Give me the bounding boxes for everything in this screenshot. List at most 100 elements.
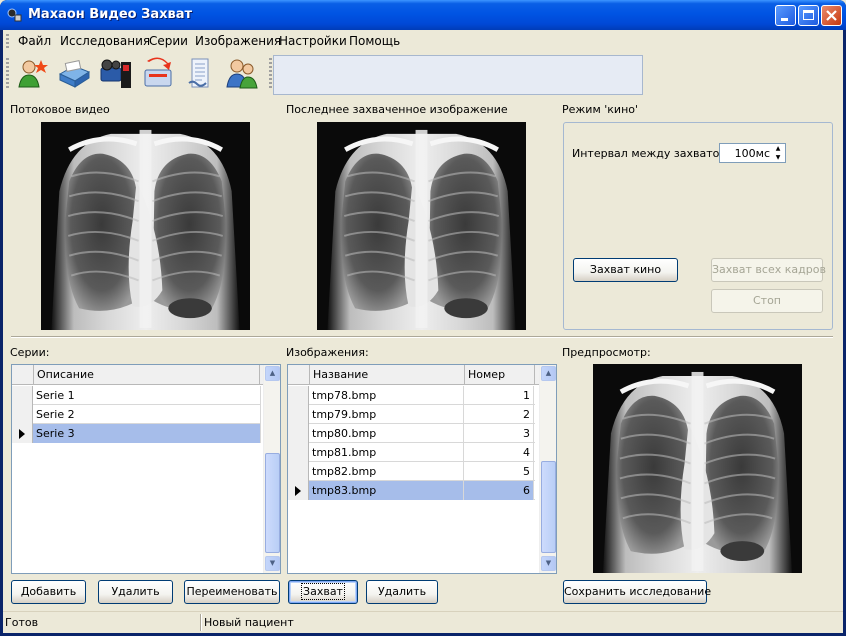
series-cell: Serie 3: [33, 424, 261, 443]
app-icon: [7, 8, 22, 22]
save-study-button[interactable]: Сохранить исследование: [563, 580, 711, 604]
delete-series-label: Удалить: [111, 585, 160, 598]
image-name-cell: tmp82.bmp: [309, 462, 464, 481]
stop-button[interactable]: Стоп: [711, 289, 823, 313]
status-patient: Новый пациент: [204, 616, 294, 629]
stop-label: Стоп: [752, 294, 781, 307]
close-button[interactable]: [821, 5, 842, 26]
scanner-button[interactable]: [57, 56, 91, 90]
scroll-down-icon[interactable]: ▼: [541, 556, 556, 571]
interval-spinner[interactable]: 100мс ▲ ▼: [719, 143, 786, 163]
title-bar[interactable]: Махаон Видео Захват: [0, 0, 846, 30]
scanner-icon: [58, 60, 91, 88]
maximize-icon: [803, 10, 814, 20]
add-series-button[interactable]: Добавить: [11, 580, 86, 604]
add-series-label: Добавить: [20, 585, 77, 598]
menu-file[interactable]: Файл: [18, 34, 51, 48]
interval-value: 100мс: [734, 147, 770, 160]
new-patient-icon: [18, 60, 48, 88]
image-number-cell: 4: [464, 443, 534, 462]
menu-images[interactable]: Изображения: [195, 34, 281, 48]
menu-grip[interactable]: [6, 34, 9, 48]
image-row-selected[interactable]: tmp83.bmp 6: [288, 481, 535, 500]
menu-help[interactable]: Помощь: [349, 34, 400, 48]
current-row-arrow-icon: [295, 486, 301, 496]
spinner-buttons: ▲ ▼: [771, 144, 785, 162]
row-header[interactable]: [288, 386, 309, 405]
preview-label: Предпросмотр:: [562, 346, 651, 359]
scroll-up-icon[interactable]: ▲: [265, 366, 280, 381]
menu-studies[interactable]: Исследования: [60, 34, 150, 48]
spin-up-icon[interactable]: ▲: [771, 144, 785, 153]
users-button[interactable]: [225, 56, 259, 90]
capture-all-frames-button[interactable]: Захват всех кадров: [711, 258, 826, 282]
image-name-cell: tmp83.bmp: [309, 481, 464, 500]
scroll-thumb[interactable]: [265, 453, 280, 553]
export-icon: [144, 57, 172, 87]
menu-settings[interactable]: Настройки: [279, 34, 347, 48]
row-header[interactable]: [12, 405, 33, 424]
capture-cine-button[interactable]: Захват кино: [573, 258, 678, 282]
scroll-thumb[interactable]: [541, 461, 556, 553]
status-ready: Готов: [5, 616, 39, 629]
row-header[interactable]: [288, 405, 309, 424]
series-grid: Описание Serie 1 Serie 2 Serie 3 ▲ ▼: [11, 364, 281, 574]
interval-label: Интервал между захватом:: [572, 147, 732, 160]
row-header[interactable]: [288, 481, 309, 500]
export-button[interactable]: [141, 56, 175, 90]
users-icon: [226, 59, 258, 89]
minimize-button[interactable]: [775, 5, 796, 26]
maximize-button[interactable]: [798, 5, 819, 26]
image-name-cell: tmp80.bmp: [309, 424, 464, 443]
capture-image-button[interactable]: Захват: [288, 580, 358, 604]
series-row-selected[interactable]: Serie 3: [12, 424, 261, 443]
toolbar: [3, 52, 843, 96]
capture-image-label: Захват: [301, 583, 345, 600]
video-camera-icon: [100, 59, 131, 88]
delete-series-button[interactable]: Удалить: [98, 580, 173, 604]
scroll-up-icon[interactable]: ▲: [541, 366, 556, 381]
minimize-icon: [781, 18, 788, 21]
row-header[interactable]: [288, 424, 309, 443]
status-separator: [200, 614, 202, 631]
row-header[interactable]: [12, 386, 33, 405]
series-scrollbar[interactable]: ▲ ▼: [263, 365, 280, 573]
images-column-name[interactable]: Название: [310, 365, 465, 385]
image-name-cell: tmp79.bmp: [309, 405, 464, 424]
image-row[interactable]: tmp79.bmp 2: [288, 405, 535, 424]
save-study-label: Сохранить исследование: [564, 585, 712, 598]
series-row[interactable]: Serie 2: [12, 405, 261, 424]
images-column-number[interactable]: Номер: [465, 365, 535, 385]
new-patient-button[interactable]: [15, 56, 49, 90]
image-row[interactable]: tmp78.bmp 1: [288, 386, 535, 405]
video-camera-button[interactable]: [99, 56, 133, 90]
capture-cine-label: Захват кино: [589, 263, 662, 276]
toolbar-grip[interactable]: [6, 58, 9, 90]
images-header: Название Номер: [288, 365, 539, 385]
image-row[interactable]: tmp81.bmp 4: [288, 443, 535, 462]
row-header[interactable]: [288, 462, 309, 481]
row-header[interactable]: [12, 424, 33, 443]
spin-down-icon[interactable]: ▼: [771, 153, 785, 162]
image-name-cell: tmp78.bmp: [309, 386, 464, 405]
row-header[interactable]: [288, 443, 309, 462]
window-title: Махаон Видео Захват: [28, 7, 193, 22]
images-scrollbar[interactable]: ▲ ▼: [539, 365, 556, 573]
menu-series[interactable]: Серии: [149, 34, 188, 48]
scroll-down-icon[interactable]: ▼: [265, 556, 280, 571]
series-header-corner: [12, 365, 34, 385]
image-row[interactable]: tmp80.bmp 3: [288, 424, 535, 443]
document-button[interactable]: [183, 56, 217, 90]
series-label: Серии:: [10, 346, 50, 359]
series-row[interactable]: Serie 1: [12, 386, 261, 405]
image-number-cell: 6: [464, 481, 534, 500]
menu-bar: Файл Исследования Серии Изображения Наст…: [3, 30, 843, 52]
stream-video-image: [41, 122, 250, 330]
series-column-description[interactable]: Описание: [34, 365, 260, 385]
last-captured-label: Последнее захваченное изображение: [286, 103, 508, 116]
image-row[interactable]: tmp82.bmp 5: [288, 462, 535, 481]
delete-image-button[interactable]: Удалить: [366, 580, 438, 604]
current-row-arrow-icon: [19, 429, 25, 439]
rename-series-button[interactable]: Переименовать: [184, 580, 280, 604]
image-number-cell: 2: [464, 405, 534, 424]
